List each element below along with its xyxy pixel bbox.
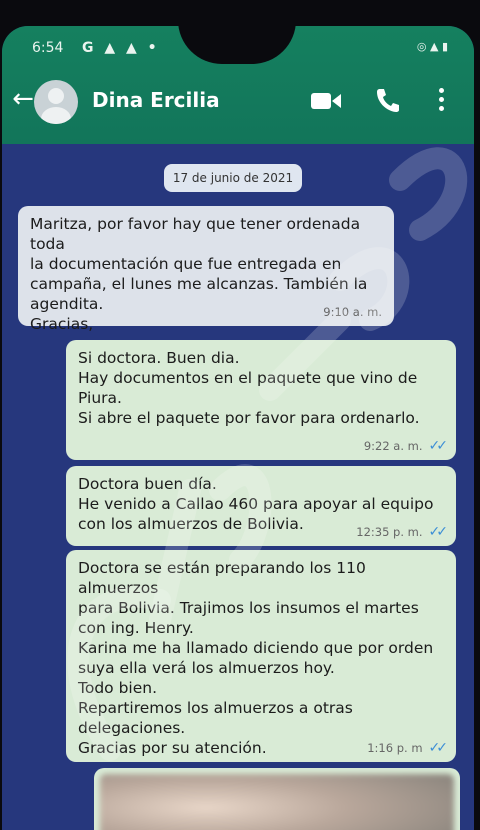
message-time: 1:16 p. m ✓✓	[367, 740, 449, 756]
message-time: 9:10 a. m.	[323, 305, 382, 319]
status-time: 6:54	[32, 40, 64, 56]
message-text: Si doctora. Buen dia. Hay documentos en …	[78, 349, 420, 427]
blurred-photo[interactable]	[100, 774, 454, 830]
top-bar: ← Dina Ercilia	[2, 80, 474, 124]
read-receipt-icon: ✓✓	[428, 438, 449, 454]
message-bubble-outgoing[interactable]: Doctora se están preparando los 110 almu…	[66, 550, 456, 762]
signal-icons: ◎ ▲ ▮	[416, 40, 448, 53]
video-call-icon[interactable]	[310, 89, 342, 113]
notification-icons: G ▲ ▲ •	[82, 40, 160, 56]
message-text: Doctora se están preparando los 110 almu…	[78, 559, 434, 757]
date-separator: 17 de junio de 2021	[164, 164, 302, 192]
more-options-icon[interactable]	[434, 84, 448, 114]
message-bubble-incoming[interactable]: Maritza, por favor hay que tener ordenad…	[18, 206, 394, 333]
phone-call-icon[interactable]	[374, 86, 400, 114]
contact-name[interactable]: Dina Ercilia	[92, 88, 220, 112]
avatar[interactable]	[34, 80, 78, 124]
image-message[interactable]	[94, 768, 460, 830]
read-receipt-icon: ✓✓	[428, 524, 449, 540]
read-receipt-icon: ✓✓	[428, 740, 449, 756]
message-bubble-outgoing[interactable]: Doctora buen día. He venido a Callao 460…	[66, 466, 456, 546]
phone-frame: 6:54 G ▲ ▲ • ◎ ▲ ▮ ← Dina Ercilia 17 de …	[0, 0, 480, 830]
screen: 6:54 G ▲ ▲ • ◎ ▲ ▮ ← Dina Ercilia 17 de …	[2, 26, 474, 830]
message-time: 9:22 a. m. ✓✓	[363, 438, 449, 454]
message-list[interactable]: 17 de junio de 2021 Maritza, por favor h…	[2, 144, 474, 830]
message-bubble-outgoing[interactable]: Si doctora. Buen dia. Hay documentos en …	[66, 340, 456, 460]
message-time: 12:35 p. m. ✓✓	[356, 524, 449, 540]
